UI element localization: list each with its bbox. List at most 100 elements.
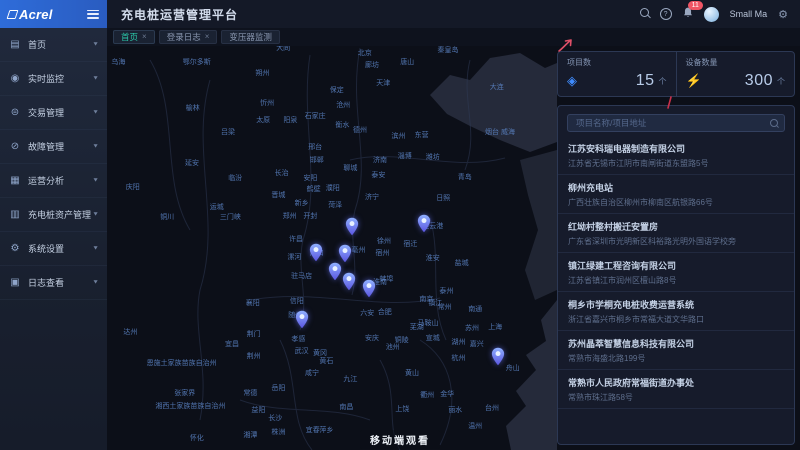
- sidebar-item-settings[interactable]: ⚙ 系统设置 ▼: [0, 232, 107, 266]
- project-list-item[interactable]: 常熟市人民政府常福街道办事处 常熟市珠江路58号: [558, 370, 794, 409]
- top-header: Acrel 充电桩运营管理平台 ? 11 Small Ma ⚙: [0, 0, 800, 28]
- project-list: 江苏安科瑞电器制造有限公司 江苏省无锡市江阴市南闸街道东盟路5号 柳州充电站 广…: [558, 136, 794, 409]
- project-address: 广西壮族自治区柳州市柳南区航银路66号: [568, 197, 784, 208]
- chevron-down-icon: ▼: [92, 42, 99, 48]
- project-list-card: 江苏安科瑞电器制造有限公司 江苏省无锡市江阴市南闸街道东盟路5号 柳州充电站 广…: [557, 105, 795, 445]
- project-list-item[interactable]: 桐乡市学桐充电桩收费运营系统 浙江省嘉兴市桐乡市常福大道文华路口: [558, 292, 794, 331]
- project-name: 常熟市人民政府常福街道办事处: [568, 376, 784, 389]
- sidebar-nav: ▤ 首页 ▼ ◉ 实时监控 ▼ ⊜ 交易管理 ▼ ⊘ 故障管理 ▼ ▦ 运营分析…: [0, 28, 107, 450]
- sidebar-item-label: 充电桩资产管理: [28, 208, 92, 221]
- help-icon[interactable]: ?: [660, 8, 672, 21]
- project-name: 柳州充电站: [568, 181, 784, 194]
- map-pin-icon[interactable]: [362, 279, 376, 298]
- map-pin-icon[interactable]: [309, 243, 323, 262]
- project-name: 江苏安科瑞电器制造有限公司: [568, 142, 784, 155]
- asset-icon: ▥: [8, 209, 22, 220]
- sidebar-item-asset[interactable]: ▥ 充电桩资产管理 ▼: [0, 198, 107, 232]
- sidebar-item-analysis[interactable]: ▦ 运营分析 ▼: [0, 164, 107, 198]
- chevron-down-icon: ▼: [92, 144, 99, 150]
- sidebar-item-fault[interactable]: ⊘ 故障管理 ▼: [0, 130, 107, 164]
- stat-label: 设备数量: [686, 57, 786, 68]
- sidebar-item-monitor[interactable]: ◉ 实时监控 ▼: [0, 62, 107, 96]
- project-list-item[interactable]: 柳州充电站 广西壮族自治区柳州市柳南区航银路66号: [558, 175, 794, 214]
- mobile-view-button[interactable]: 移动端观看: [360, 430, 440, 449]
- chevron-down-icon: ▼: [92, 212, 99, 218]
- map-pin-icon[interactable]: [345, 217, 359, 236]
- yellow-sea-strip: [520, 150, 557, 300]
- avatar[interactable]: [704, 7, 719, 22]
- notification-bell-icon[interactable]: 11: [683, 7, 693, 21]
- project-search-box[interactable]: [567, 114, 785, 132]
- tab-label: 变压器监测: [229, 33, 272, 42]
- sidebar-item-log[interactable]: ▣ 日志查看 ▼: [0, 266, 107, 300]
- menu-toggle-icon[interactable]: [87, 10, 99, 19]
- project-address: 江苏省镇江市润州区檀山路8号: [568, 275, 784, 286]
- project-name: 桐乡市学桐充电桩收费运营系统: [568, 298, 784, 311]
- tab[interactable]: 首页 ×: [113, 30, 155, 45]
- tab[interactable]: 登录日志 ×: [159, 30, 218, 45]
- project-list-item[interactable]: 江苏安科瑞电器制造有限公司 江苏省无锡市江阴市南闸街道东盟路5号: [558, 136, 794, 175]
- tab-label: 首页: [121, 33, 138, 42]
- close-icon[interactable]: ×: [142, 33, 147, 41]
- tab-bar: 首页 × 登录日志 × 变压器监测: [107, 28, 800, 46]
- logo-text: Acrel: [19, 7, 53, 22]
- home-icon: ▤: [8, 39, 22, 50]
- gear-icon[interactable]: ⚙: [778, 8, 788, 21]
- sidebar-item-label: 交易管理: [28, 106, 92, 119]
- transaction-icon: ⊜: [8, 107, 22, 118]
- close-icon[interactable]: ×: [205, 33, 210, 41]
- stat-unit: 个: [659, 76, 667, 87]
- project-list-item[interactable]: 红坳村整村搬迁安置房 广东省深圳市光明新区科裕路光明外国语学校旁: [558, 214, 794, 253]
- project-address: 江苏省无锡市江阴市南闸街道东盟路5号: [568, 158, 784, 169]
- app-window: 乌海鄂尔多斯大同朔州北京廊坊唐山秦皇岛天津保定大连榆林忻州石家庄阳泉沧州太原吕梁…: [0, 0, 800, 450]
- chevron-down-icon: ▼: [92, 246, 99, 252]
- tab-label: 登录日志: [167, 33, 201, 42]
- sidebar-item-transaction[interactable]: ⊜ 交易管理 ▼: [0, 96, 107, 130]
- project-list-item[interactable]: 镇江绿建工程咨询有限公司 江苏省镇江市润州区檀山路8号: [558, 253, 794, 292]
- project-name: 镇江绿建工程咨询有限公司: [568, 259, 784, 272]
- chevron-down-icon: ▼: [92, 178, 99, 184]
- sidebar-item-label: 实时监控: [28, 72, 92, 85]
- project-search-input[interactable]: [574, 117, 770, 129]
- project-address: 浙江省嘉兴市桐乡市常福大道文华路口: [568, 314, 784, 325]
- sidebar-item-home[interactable]: ▤ 首页 ▼: [0, 28, 107, 62]
- search-icon[interactable]: [770, 119, 778, 127]
- search-icon[interactable]: [640, 8, 649, 20]
- map-pin-icon[interactable]: [338, 244, 352, 263]
- chevron-down-icon: ▼: [92, 280, 99, 286]
- stat-cell: 项目数 ◈ 15 个: [558, 52, 676, 96]
- monitor-icon: ◉: [8, 73, 22, 84]
- stats-card: 项目数 ◈ 15 个 设备数量 ⚡ 300 个: [557, 51, 795, 97]
- sidebar-item-label: 系统设置: [28, 242, 92, 255]
- page-title: 充电桩运营管理平台: [121, 6, 238, 23]
- project-list-item[interactable]: 苏州晶萃智慧信息科技有限公司 常熟市海盛北路199号: [558, 331, 794, 370]
- acrel-logo: Acrel: [8, 7, 53, 22]
- project-name: 苏州晶萃智慧信息科技有限公司: [568, 337, 784, 350]
- map-pin-icon[interactable]: [328, 262, 342, 281]
- logo-mark-icon: [7, 10, 19, 19]
- stat-unit: 个: [777, 76, 785, 87]
- map-pin-icon[interactable]: [295, 310, 309, 329]
- logo-area: Acrel: [0, 0, 107, 28]
- map-pin-icon[interactable]: [417, 214, 431, 233]
- map-pin-icon[interactable]: [491, 347, 505, 366]
- chevron-down-icon: ▼: [92, 76, 99, 82]
- log-icon: ▣: [8, 277, 22, 288]
- notification-badge: 11: [688, 1, 703, 10]
- fault-icon: ⊘: [8, 141, 22, 152]
- username: Small Ma: [730, 9, 768, 19]
- stat-value: 15: [636, 72, 655, 90]
- stat-label: 项目数: [567, 57, 667, 68]
- map-pin-icon[interactable]: [342, 272, 356, 291]
- tab[interactable]: 变压器监测: [221, 30, 280, 45]
- settings-icon: ⚙: [8, 243, 22, 254]
- yangtze-river: [230, 313, 540, 336]
- stat-cell: 设备数量 ⚡ 300 个: [676, 52, 795, 96]
- project-name: 红坳村整村搬迁安置房: [568, 220, 784, 233]
- sidebar-item-label: 故障管理: [28, 140, 92, 153]
- analysis-icon: ▦: [8, 175, 22, 186]
- project-address: 常熟市海盛北路199号: [568, 353, 784, 364]
- project-address: 广东省深圳市光明新区科裕路光明外国语学校旁: [568, 236, 784, 247]
- project-address: 常熟市珠江路58号: [568, 392, 784, 403]
- sidebar-item-label: 日志查看: [28, 276, 92, 289]
